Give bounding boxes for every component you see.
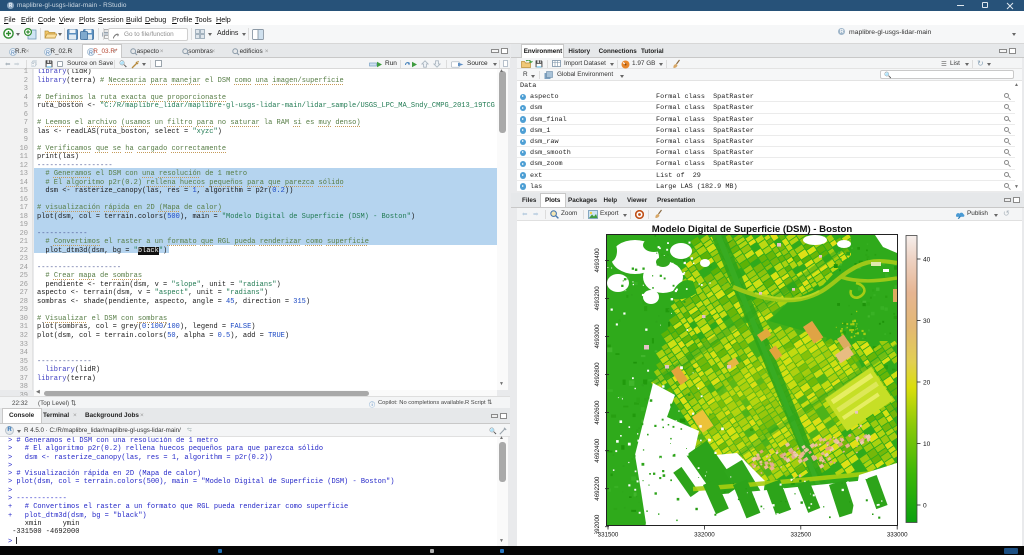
svg-text:332500: 332500 xyxy=(790,532,811,539)
svg-text:4692200: 4692200 xyxy=(594,476,601,501)
svg-text:10: 10 xyxy=(923,441,931,448)
svg-text:4693000: 4693000 xyxy=(594,324,601,349)
svg-text:40: 40 xyxy=(923,256,931,263)
svg-text:4693200: 4693200 xyxy=(594,286,601,311)
svg-text:4693400: 4693400 xyxy=(594,248,601,273)
svg-text:20: 20 xyxy=(923,379,931,386)
svg-text:333000: 333000 xyxy=(887,532,908,539)
svg-text:30: 30 xyxy=(923,318,931,325)
svg-text:4692400: 4692400 xyxy=(594,438,601,463)
svg-text:4692600: 4692600 xyxy=(594,400,601,425)
svg-text:0: 0 xyxy=(923,502,927,509)
svg-text:331500: 331500 xyxy=(598,532,619,539)
svg-text:332000: 332000 xyxy=(694,532,715,539)
svg-text:4692800: 4692800 xyxy=(594,362,601,387)
